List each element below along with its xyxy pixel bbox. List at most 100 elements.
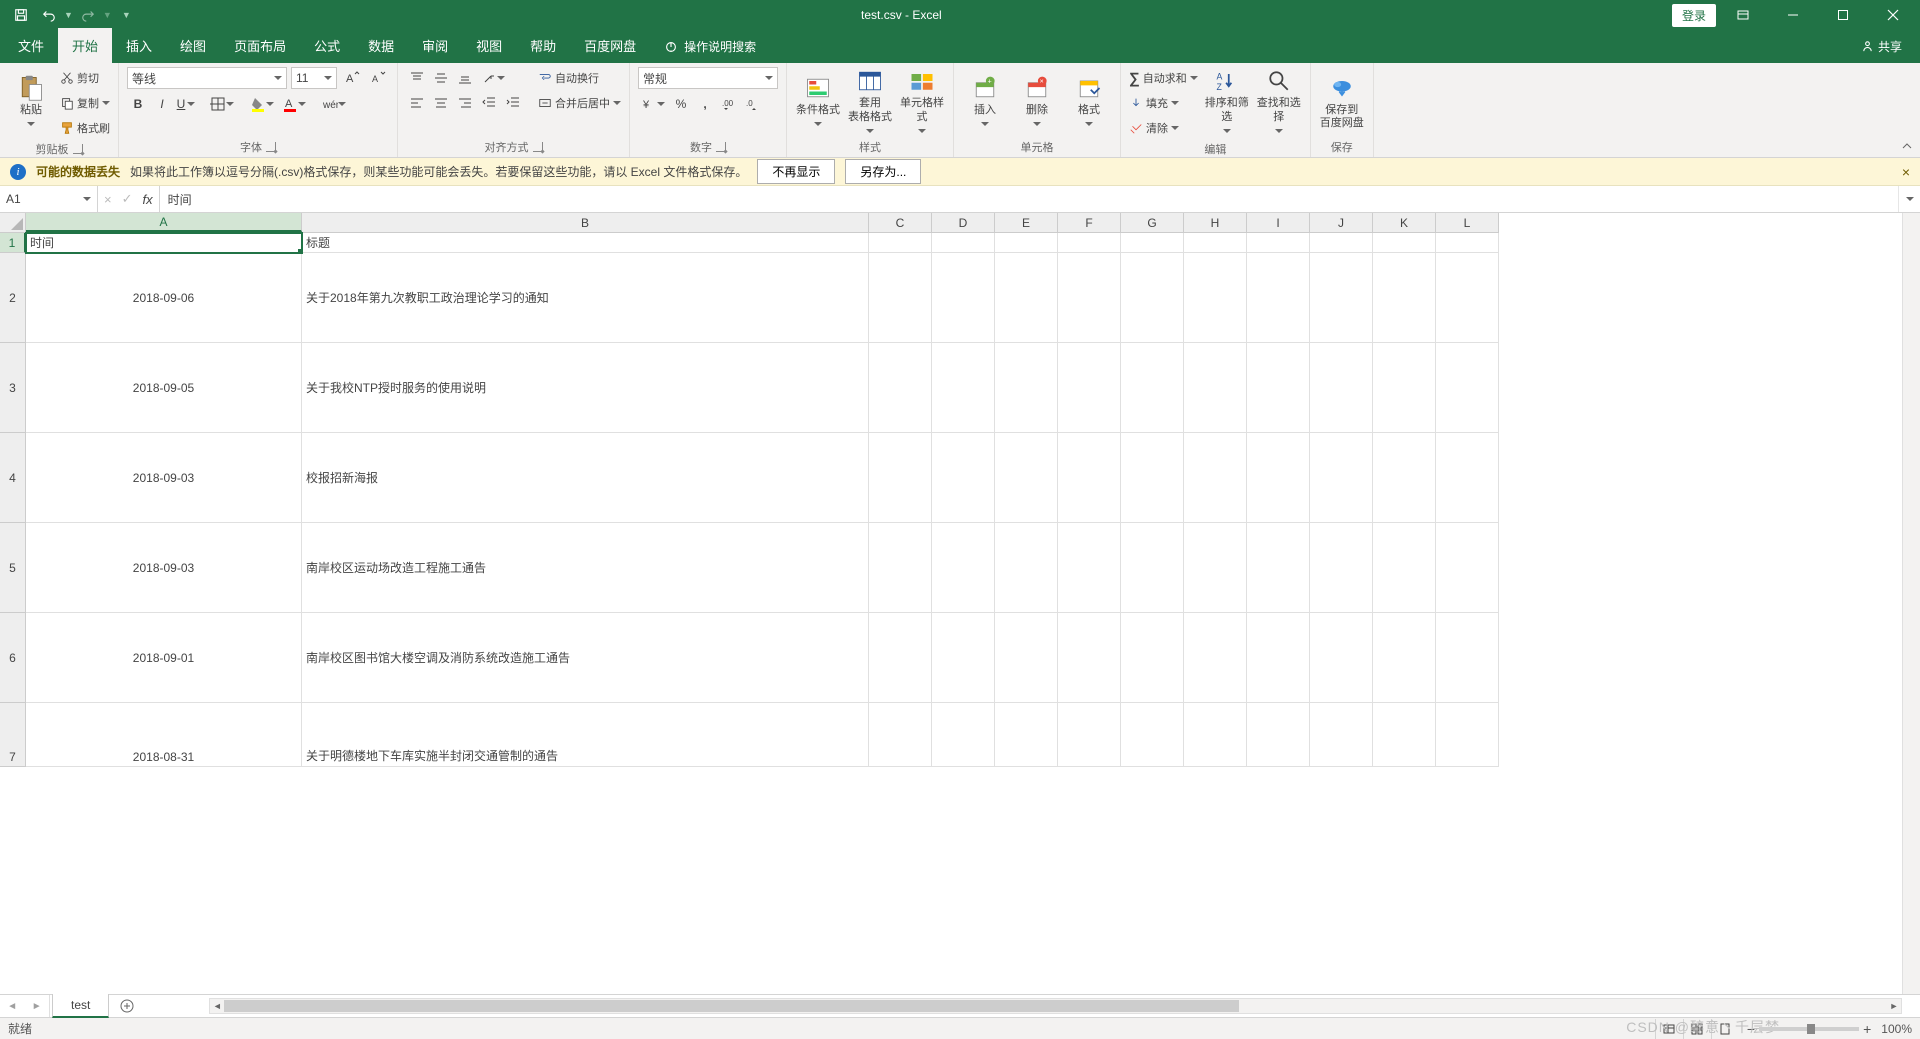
formula-input[interactable]: 时间 <box>160 186 1898 212</box>
clear-button[interactable]: 清除 <box>1129 117 1198 139</box>
percent-icon[interactable]: % <box>670 93 692 115</box>
cell[interactable] <box>1373 703 1436 767</box>
insert-function-icon[interactable]: fx <box>143 192 153 207</box>
cell[interactable]: 2018-08-31 <box>26 703 302 767</box>
cell[interactable] <box>869 233 932 253</box>
zoom-level[interactable]: 100% <box>1881 1022 1912 1036</box>
tab-视图[interactable]: 视图 <box>462 28 516 63</box>
font-name-combo[interactable]: 等线 <box>127 67 287 89</box>
add-sheet-icon[interactable] <box>115 994 139 1018</box>
undo-icon[interactable] <box>36 2 62 28</box>
col-header-C[interactable]: C <box>869 213 932 232</box>
cell[interactable] <box>1436 233 1499 253</box>
cell[interactable] <box>1184 613 1247 703</box>
cell[interactable] <box>995 343 1058 433</box>
tab-公式[interactable]: 公式 <box>300 28 354 63</box>
cell[interactable] <box>1058 613 1121 703</box>
cell[interactable] <box>1121 253 1184 343</box>
cell[interactable] <box>995 703 1058 767</box>
cell[interactable] <box>869 253 932 343</box>
row-header[interactable]: 5 <box>0 523 26 613</box>
cancel-formula-icon[interactable]: × <box>104 192 112 207</box>
zoom-in-icon[interactable]: + <box>1863 1021 1871 1037</box>
cell[interactable] <box>1310 613 1373 703</box>
format-painter-button[interactable]: 格式刷 <box>60 117 110 139</box>
cell[interactable] <box>1121 343 1184 433</box>
save-icon[interactable] <box>8 2 34 28</box>
cell[interactable] <box>1247 613 1310 703</box>
cell[interactable] <box>1373 523 1436 613</box>
horizontal-scrollbar[interactable]: ◄ ► <box>209 998 1902 1014</box>
cell[interactable] <box>1184 253 1247 343</box>
save-to-baidu-button[interactable]: 保存到 百度网盘 <box>1319 67 1365 137</box>
login-button[interactable]: 登录 <box>1672 4 1716 27</box>
cell[interactable]: 2018-09-05 <box>26 343 302 433</box>
cell[interactable]: 2018-09-03 <box>26 433 302 523</box>
decrease-indent-icon[interactable] <box>478 92 500 114</box>
cell[interactable] <box>1184 233 1247 253</box>
expand-formula-bar-icon[interactable] <box>1898 186 1920 212</box>
cell[interactable] <box>1373 343 1436 433</box>
cell[interactable] <box>869 343 932 433</box>
row-header[interactable]: 1 <box>0 233 26 253</box>
cut-button[interactable]: 剪切 <box>60 67 110 89</box>
row-header[interactable]: 3 <box>0 343 26 433</box>
cell[interactable]: 校报招新海报 <box>302 433 869 523</box>
cell[interactable] <box>1247 523 1310 613</box>
name-box[interactable]: A1 <box>0 186 98 212</box>
cell[interactable] <box>1310 233 1373 253</box>
tab-插入[interactable]: 插入 <box>112 28 166 63</box>
align-top-icon[interactable] <box>406 67 428 89</box>
tab-百度网盘[interactable]: 百度网盘 <box>570 28 650 63</box>
phonetic-icon[interactable]: wén <box>319 93 349 115</box>
cell[interactable] <box>995 433 1058 523</box>
cell[interactable] <box>995 233 1058 253</box>
col-header-B[interactable]: B <box>302 213 869 232</box>
tab-帮助[interactable]: 帮助 <box>516 28 570 63</box>
cell[interactable] <box>1310 703 1373 767</box>
redo-icon[interactable] <box>75 2 101 28</box>
cell[interactable] <box>932 613 995 703</box>
increase-font-icon[interactable]: A <box>341 67 363 89</box>
bold-icon[interactable]: B <box>127 93 149 115</box>
comma-icon[interactable]: , <box>694 93 716 115</box>
cell[interactable] <box>932 233 995 253</box>
find-select-button[interactable]: 查找和选择 <box>1256 67 1302 137</box>
align-left-icon[interactable] <box>406 92 428 114</box>
col-header-D[interactable]: D <box>932 213 995 232</box>
cell[interactable] <box>1373 433 1436 523</box>
cell[interactable] <box>995 613 1058 703</box>
cell[interactable]: 关于2018年第九次教职工政治理论学习的通知 <box>302 253 869 343</box>
cell[interactable] <box>1310 343 1373 433</box>
paste-button[interactable]: 粘贴 <box>8 67 54 137</box>
autosum-button[interactable]: ∑自动求和 <box>1129 67 1198 89</box>
minimize-icon[interactable] <box>1770 0 1816 30</box>
align-right-icon[interactable] <box>454 92 476 114</box>
row-header[interactable]: 4 <box>0 433 26 523</box>
border-icon[interactable] <box>207 93 237 115</box>
cell[interactable] <box>1121 233 1184 253</box>
cell[interactable] <box>1247 233 1310 253</box>
cell[interactable] <box>1121 613 1184 703</box>
cell[interactable] <box>1058 233 1121 253</box>
decrease-font-icon[interactable]: A <box>367 67 389 89</box>
cell[interactable] <box>932 703 995 767</box>
cell[interactable] <box>1436 343 1499 433</box>
font-color-icon[interactable]: A <box>279 93 309 115</box>
msgbar-close-icon[interactable]: × <box>1902 164 1910 180</box>
decrease-decimal-icon[interactable]: .0 <box>742 93 764 115</box>
cell[interactable] <box>869 613 932 703</box>
cell[interactable] <box>1436 433 1499 523</box>
cell[interactable] <box>1310 253 1373 343</box>
row-header[interactable]: 7 <box>0 703 26 767</box>
zoom-slider[interactable] <box>1759 1027 1859 1031</box>
increase-decimal-icon[interactable]: .00 <box>718 93 740 115</box>
tab-开始[interactable]: 开始 <box>58 28 112 63</box>
cell[interactable]: 关于我校NTP授时服务的使用说明 <box>302 343 869 433</box>
cell[interactable]: 2018-09-06 <box>26 253 302 343</box>
fill-button[interactable]: 填充 <box>1129 92 1198 114</box>
tab-审阅[interactable]: 审阅 <box>408 28 462 63</box>
tab-页面布局[interactable]: 页面布局 <box>220 28 300 63</box>
cell[interactable] <box>1247 703 1310 767</box>
alignment-launcher-icon[interactable] <box>533 142 543 152</box>
